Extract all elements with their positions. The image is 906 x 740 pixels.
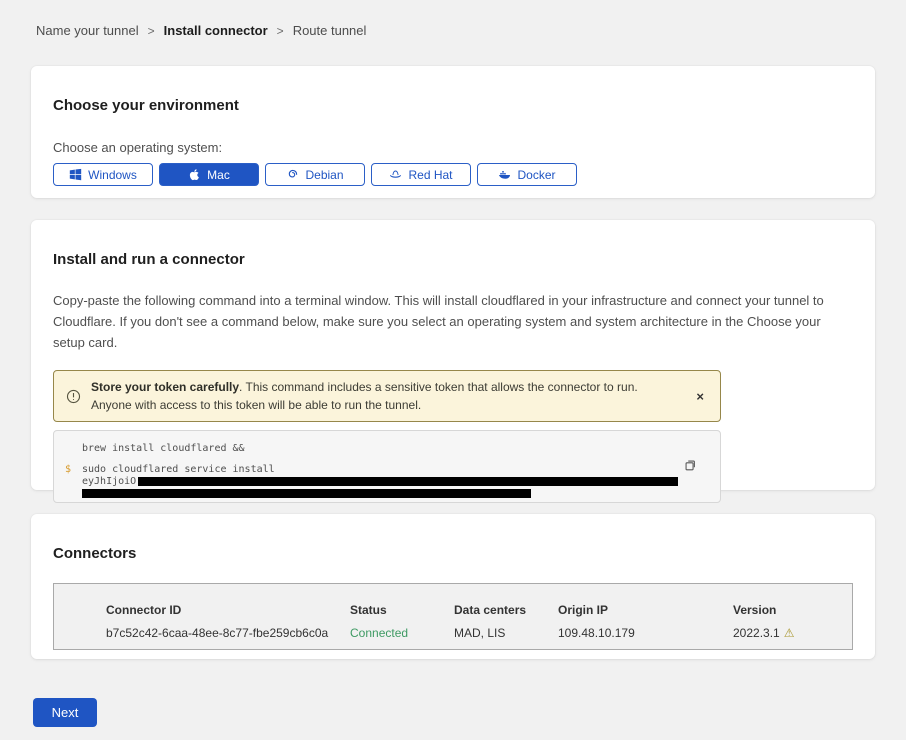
redacted-token-bar [82, 489, 531, 498]
code-line: brew install cloudflared && [54, 442, 720, 454]
breadcrumb-step-install-connector[interactable]: Install connector [164, 23, 268, 38]
footer-actions: Next [31, 659, 875, 727]
install-description: Copy-paste the following command into a … [53, 290, 853, 353]
column-header-version: Version [733, 603, 852, 617]
os-button-mac[interactable]: Mac [159, 163, 259, 186]
redacted-token-bar [138, 477, 678, 486]
status-badge: Connected [350, 626, 454, 640]
debian-icon [286, 168, 299, 181]
os-button-label: Docker [517, 168, 555, 182]
os-button-docker[interactable]: Docker [477, 163, 577, 186]
table-row: b7c52c42-6caa-48ee-8c77-fbe259cb6c0a Con… [54, 617, 852, 640]
connector-id-value: b7c52c42-6caa-48ee-8c77-fbe259cb6c0a [106, 626, 350, 640]
connectors-card-title: Connectors [53, 545, 853, 562]
warning-title: Store your token carefully [91, 380, 239, 394]
column-header-origin-ip: Origin IP [558, 603, 733, 617]
environment-card-title: Choose your environment [53, 97, 853, 114]
column-header-connector-id: Connector ID [106, 603, 350, 617]
docker-icon [498, 168, 511, 181]
code-line: eyJhIjoiO [54, 475, 720, 487]
breadcrumb-separator: > [148, 24, 155, 38]
data-centers-value: MAD, LIS [454, 626, 558, 640]
shell-prompt: $ [54, 464, 82, 475]
next-button[interactable]: Next [33, 698, 97, 727]
table-header-row: Connector ID Status Data centers Origin … [54, 584, 852, 617]
os-select-label: Choose an operating system: [53, 140, 853, 155]
breadcrumb: Name your tunnel > Install connector > Route… [0, 0, 906, 47]
tunnel-setup-content: Choose your environment Choose an operat… [0, 66, 906, 727]
copy-icon[interactable] [682, 458, 698, 474]
breadcrumb-separator: > [277, 24, 284, 38]
column-header-data-centers: Data centers [454, 603, 558, 617]
origin-ip-value: 109.48.10.179 [558, 626, 733, 640]
os-button-label: Red Hat [408, 168, 452, 182]
os-button-label: Mac [207, 168, 230, 182]
install-connector-card: Install and run a connector Copy-paste t… [31, 220, 875, 490]
os-button-debian[interactable]: Debian [265, 163, 365, 186]
install-card-title: Install and run a connector [53, 251, 853, 268]
install-command-block: brew install cloudflared && $ sudo cloud… [53, 430, 721, 503]
redhat-icon [389, 168, 402, 181]
version-warning-icon: ⚠ [784, 626, 795, 640]
alert-circle-icon [66, 389, 81, 404]
version-value: 2022.3.1⚠ [733, 626, 852, 640]
breadcrumb-step-name-your-tunnel[interactable]: Name your tunnel [36, 23, 139, 38]
connectors-card: Connectors Connector ID Status Data cent… [31, 514, 875, 659]
os-button-group: Windows Mac Debian Red Hat [53, 163, 853, 186]
close-icon[interactable]: × [690, 390, 710, 403]
connectors-table: Connector ID Status Data centers Origin … [53, 583, 853, 650]
code-line [54, 487, 720, 499]
column-header-status: Status [350, 603, 454, 617]
windows-icon [69, 168, 82, 181]
token-prefix: eyJhIjoiO [82, 476, 136, 487]
warning-text: Store your token carefully. This command… [91, 378, 680, 414]
apple-icon [188, 168, 201, 181]
os-button-label: Debian [305, 168, 343, 182]
code-line: $ sudo cloudflared service install [54, 463, 720, 475]
os-button-windows[interactable]: Windows [53, 163, 153, 186]
os-button-redhat[interactable]: Red Hat [371, 163, 471, 186]
environment-card: Choose your environment Choose an operat… [31, 66, 875, 198]
os-button-label: Windows [88, 168, 137, 182]
code-text: brew install cloudflared && [82, 443, 245, 454]
code-text: sudo cloudflared service install [82, 464, 275, 475]
breadcrumb-step-route-tunnel[interactable]: Route tunnel [293, 23, 367, 38]
warning-banner: Store your token carefully. This command… [53, 370, 721, 422]
